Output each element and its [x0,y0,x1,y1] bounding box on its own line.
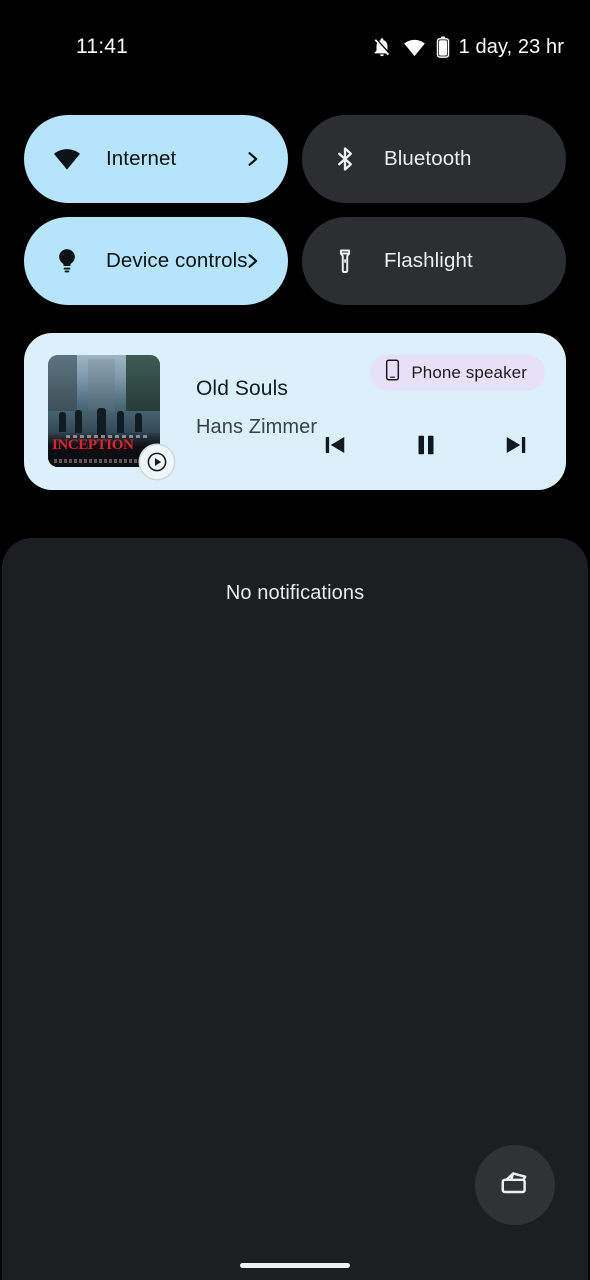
battery-icon [436,36,450,58]
media-artist: Hans Zimmer [196,416,318,438]
battery-remaining-label: 1 day, 23 hr [458,35,564,58]
notification-shade: No notifications [2,538,588,1280]
status-bar: 11:41 1 day, 23 hr [0,0,590,86]
qs-tile-internet[interactable]: Internet [24,115,288,203]
play-badge-icon[interactable] [140,445,174,479]
clear-all-button[interactable] [475,1145,555,1225]
next-button[interactable] [494,425,538,469]
skip-previous-icon [320,430,350,465]
status-bar-icons: 1 day, 23 hr [371,28,564,59]
media-player-card[interactable]: INCEPTION Old Souls Hans Zimmer Phone sp… [24,333,566,490]
wifi-icon [403,36,426,59]
qs-tile-flashlight[interactable]: Flashlight [302,217,566,305]
output-device-label: Phone speaker [411,362,527,382]
qs-tile-label: Bluetooth [384,147,472,170]
qs-tile-label: Device controls [106,249,248,272]
status-bar-clock: 11:41 [76,35,128,58]
chevron-right-icon[interactable] [242,251,262,271]
wifi-icon [50,142,84,176]
album-art-container[interactable]: INCEPTION [48,355,174,479]
qs-tile-label: Internet [106,147,177,170]
media-transport-controls [313,425,538,469]
chevron-right-icon[interactable] [242,149,262,169]
qs-tile-bluetooth[interactable]: Bluetooth [302,115,566,203]
notifications-off-icon [371,36,393,58]
qs-tile-label: Flashlight [384,249,473,272]
pause-button[interactable] [404,425,448,469]
home-gesture-indicator[interactable] [240,1263,350,1268]
bluetooth-icon [328,142,362,176]
phone-icon [384,358,401,387]
pause-icon [411,430,441,465]
media-title: Old Souls [196,377,288,400]
lightbulb-icon [50,244,84,278]
quick-settings-grid: Internet Bluetooth Device controls Flash… [24,115,566,305]
qs-tile-device-controls[interactable]: Device controls [24,217,288,305]
skip-next-icon [501,430,531,465]
output-device-chip[interactable]: Phone speaker [370,354,545,391]
previous-button[interactable] [313,425,357,469]
flashlight-icon [328,244,362,278]
clear-all-icon [497,1165,533,1206]
empty-notifications-label: No notifications [225,582,365,604]
